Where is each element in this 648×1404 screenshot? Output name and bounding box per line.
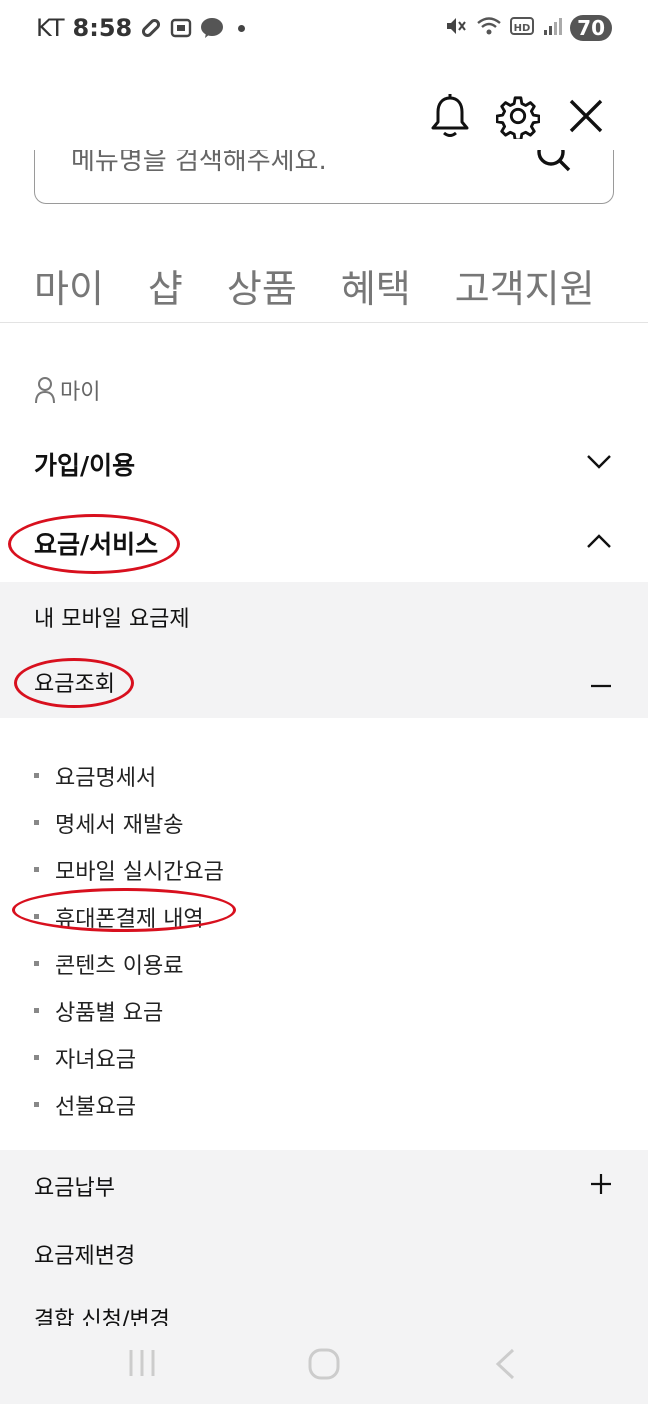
bullet-icon [34,867,39,872]
list-item-content-fee[interactable]: 콘텐츠 이용료 [34,940,224,987]
clock: 8:58 [72,14,133,42]
accordion-join-label: 가입/이용 [34,451,136,480]
bullet-icon [34,914,39,919]
chevron-up-icon [586,533,612,553]
accordion-fee-service[interactable]: 요금/서비스 [0,523,648,563]
hd-icon: HD [510,16,535,40]
search-input[interactable]: 메뉴명을 검색해주세요. [34,150,614,204]
list-item-label: 요금명세서 [55,765,157,791]
carrier-label: KT [36,14,65,42]
list-item-label: 휴대폰결제 내역 [55,906,204,932]
header-actions [428,92,608,140]
minus-icon [590,673,612,692]
accordion-fee-service-label: 요금/서비스 [34,530,159,559]
tab-support[interactable]: 고객지원 [455,258,595,313]
submenu-fee-inquiry[interactable]: 요금조회 [0,666,648,698]
bell-icon[interactable] [428,92,472,140]
list-item-label: 콘텐츠 이용료 [55,953,184,979]
bullet-icon [34,773,39,778]
tabs-divider [0,322,648,323]
accordion-join[interactable]: 가입/이용 [0,444,648,484]
recent-apps-icon[interactable] [128,1348,156,1382]
screen-icon [170,17,192,39]
status-right: HD 70 [444,14,612,42]
close-icon[interactable] [564,92,608,140]
main-tabs: 마이 샵 상품 혜택 고객지원 [34,258,639,313]
chevron-down-icon [586,454,612,474]
list-item-bill-statement[interactable]: 요금명세서 [34,752,224,799]
link-icon [140,17,162,39]
list-item-product-fee[interactable]: 상품별 요금 [34,987,224,1034]
back-icon[interactable] [494,1348,516,1384]
list-item-label: 자녀요금 [55,1047,136,1073]
section-label-text: 마이 [60,380,101,405]
bullet-icon [34,1008,39,1013]
bullet-icon [34,961,39,966]
notification-dot-icon [238,24,246,32]
list-item-phone-payment-history[interactable]: 휴대폰결제 내역 [34,893,224,940]
tab-benefits[interactable]: 혜택 [341,258,411,313]
tab-products[interactable]: 상품 [227,258,297,313]
list-item-child-fee[interactable]: 자녀요금 [34,1034,224,1081]
list-item-statement-resend[interactable]: 명세서 재발송 [34,799,224,846]
status-bar: KT 8:58 HD 70 [0,0,648,62]
tab-my[interactable]: 마이 [34,258,104,313]
list-item-realtime-fee[interactable]: 모바일 실시간요금 [34,846,224,893]
person-icon [35,377,55,404]
talk-icon [200,17,224,39]
submenu-fee-payment-label: 요금납부 [34,1176,115,1201]
list-item-label: 선불요금 [55,1094,136,1120]
wifi-icon [476,14,502,42]
submenu-plan-change[interactable]: 요금제변경 [34,1238,135,1270]
tab-shop[interactable]: 샵 [148,258,183,313]
list-item-label: 모바일 실시간요금 [55,859,224,885]
bullet-icon [34,1055,39,1060]
bullet-icon [34,820,39,825]
submenu-combo[interactable]: 결합 신청/변경 [34,1302,170,1326]
list-item-label: 명세서 재발송 [55,812,184,838]
submenu-combo-label: 결합 신청/변경 [34,1308,170,1326]
list-item-label: 상품별 요금 [55,1000,164,1026]
submenu-my-mobile-plan[interactable]: 내 모바일 요금제 [34,601,190,633]
section-label: 마이 [34,374,100,406]
list-item-prepaid-fee[interactable]: 선불요금 [34,1081,224,1128]
bullet-icon [34,1102,39,1107]
submenu-fee-payment[interactable]: 요금납부 [0,1170,648,1202]
plus-icon [590,1173,612,1199]
fee-inquiry-list: 요금명세서 명세서 재발송 모바일 실시간요금 휴대폰결제 내역 콘텐츠 이용료… [34,752,224,1128]
mute-icon [444,14,468,42]
svg-text:HD: HD [514,23,531,34]
search-icon[interactable] [535,150,573,180]
signal-icon [542,16,563,40]
home-icon[interactable] [308,1348,340,1384]
submenu-fee-inquiry-label: 요금조회 [34,672,115,697]
battery-level: 70 [570,15,612,41]
system-nav-bar [0,1326,648,1404]
search-placeholder: 메뉴명을 검색해주세요. [71,150,327,176]
gear-icon[interactable] [496,92,540,140]
status-left: KT 8:58 [36,14,246,42]
